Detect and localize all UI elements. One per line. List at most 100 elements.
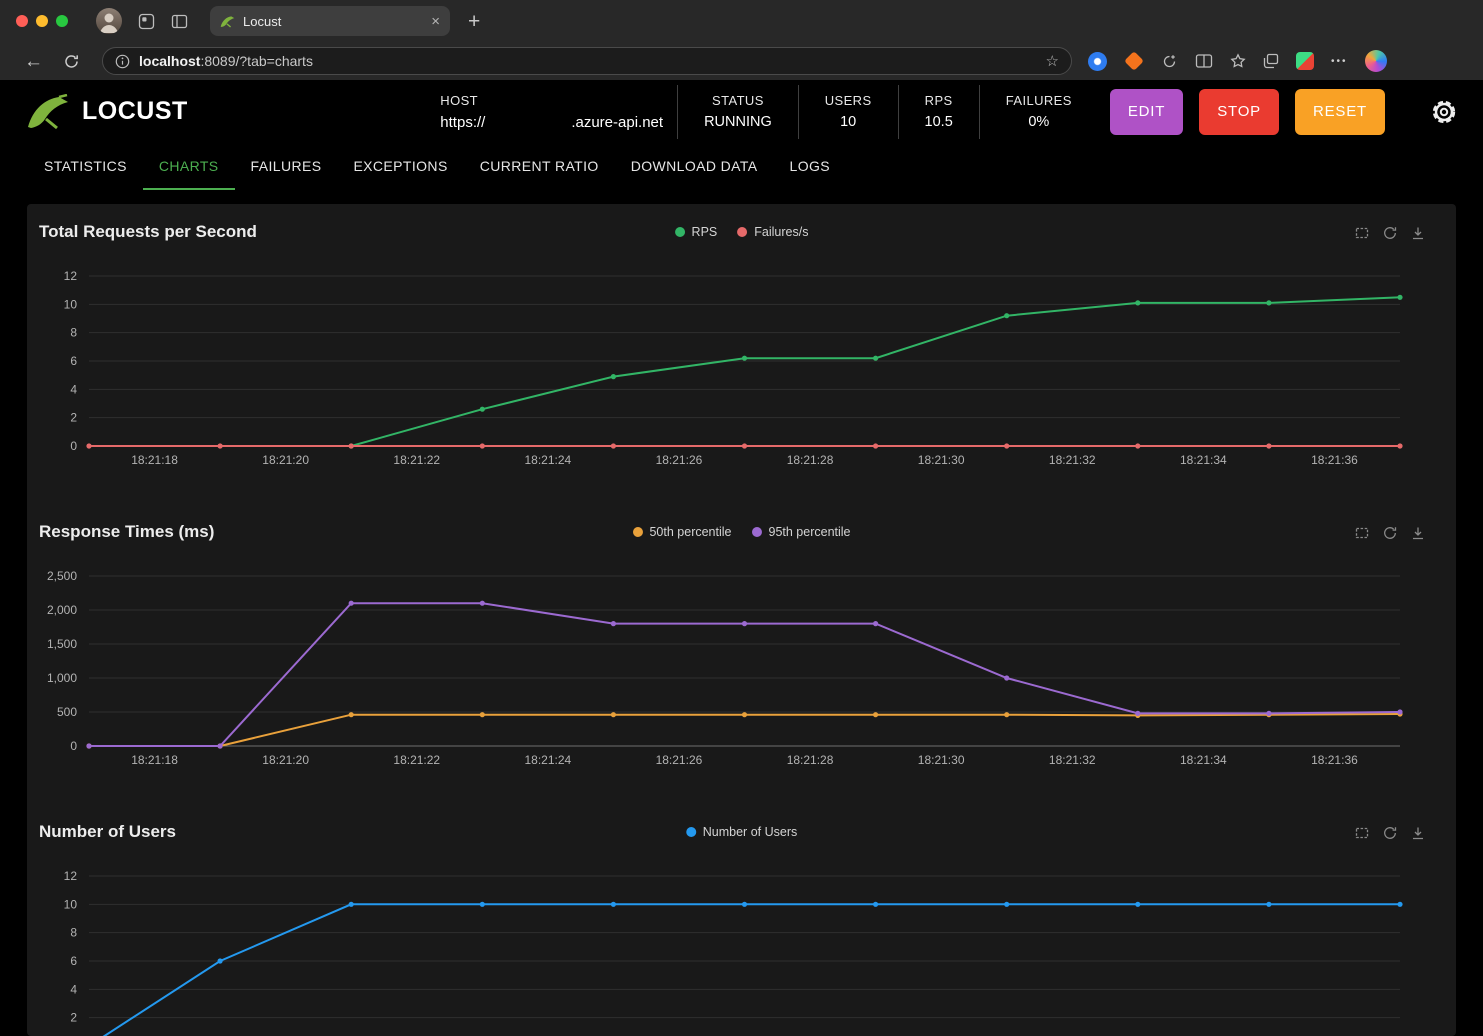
download-image-icon[interactable] (1410, 525, 1426, 546)
svg-text:2,500: 2,500 (47, 569, 77, 583)
line-chart-total-rps[interactable]: 0 2 4 6 8 10 12 18:21:18 18:21:20 18:21:22 18:21:2… (27, 248, 1456, 478)
extension-icon-orange[interactable] (1124, 51, 1144, 71)
chart-toolbox (1354, 525, 1426, 546)
download-image-icon[interactable] (1410, 225, 1426, 246)
svg-text:18:21:20: 18:21:20 (262, 453, 309, 467)
legend-item[interactable]: RPS (674, 225, 718, 239)
extension-icon-colorful[interactable] (1296, 52, 1314, 70)
stat-users: USERS 10 (813, 93, 884, 130)
header-divider (897, 84, 899, 139)
brand[interactable]: LOCUST (26, 93, 188, 130)
legend-label: 50th percentile (649, 525, 732, 539)
svg-text:18:21:24: 18:21:24 (524, 453, 571, 467)
legend-item[interactable]: 50th percentile (632, 525, 732, 539)
sidebar-icon[interactable] (171, 13, 188, 30)
zoom-window-button[interactable] (56, 15, 68, 27)
tab-exceptions[interactable]: EXCEPTIONS (337, 143, 463, 190)
zoom-select-icon[interactable] (1354, 825, 1370, 846)
tab-charts[interactable]: CHARTS (142, 143, 235, 190)
svg-text:8: 8 (70, 326, 77, 340)
settings-gear-icon[interactable] (1431, 99, 1457, 125)
extension-icon-gray[interactable] (1161, 53, 1178, 70)
app-tabs: STATISTICS CHARTS FAILURES EXCEPTIONS CU… (0, 143, 1483, 190)
stop-button[interactable]: STOP (1199, 88, 1279, 135)
url-host: localhost (139, 53, 201, 69)
line-chart-response-times[interactable]: 0 500 1,000 1,500 2,000 2,500 18:21:18 18:21:20… (27, 548, 1456, 778)
chart-total-requests-per-second: Total Requests per Second RPS Failures/s … (27, 204, 1456, 478)
svg-text:8: 8 (70, 926, 77, 940)
tab-download-data[interactable]: DOWNLOAD DATA (615, 143, 774, 190)
chart-response-times: Response Times (ms) 50th percentile 95th … (27, 504, 1456, 778)
svg-text:10: 10 (64, 897, 78, 911)
svg-text:18:21:28: 18:21:28 (787, 453, 834, 467)
tab-current-ratio[interactable]: CURRENT RATIO (464, 143, 615, 190)
stat-failures: FAILURES 0% (994, 93, 1084, 130)
more-menu-icon[interactable]: ••• (1331, 56, 1348, 67)
bookmark-star-icon[interactable]: ☆ (1046, 52, 1059, 70)
legend-marker-icon (751, 527, 762, 537)
legend-item[interactable]: 95th percentile (751, 525, 851, 539)
reset-button[interactable]: RESET (1294, 88, 1385, 135)
restore-icon[interactable] (1382, 525, 1398, 546)
chart-toolbox (1354, 825, 1426, 846)
legend-label: RPS (691, 225, 718, 239)
close-tab-icon[interactable]: × (431, 14, 440, 29)
status-value: RUNNING (704, 114, 772, 130)
chart-header: Response Times (ms) 50th percentile 95th … (27, 522, 1456, 548)
users-value: 10 (840, 114, 857, 130)
host-label: HOST (440, 92, 479, 108)
svg-text:18:21:36: 18:21:36 (1311, 453, 1358, 467)
legend-item[interactable]: Number of Users (685, 825, 797, 839)
browser-tab-strip: Locust × + (0, 0, 1483, 42)
refresh-icon[interactable] (63, 53, 80, 70)
locust-logo-icon (28, 93, 68, 129)
profile-avatar[interactable] (96, 8, 122, 34)
browser-tab[interactable]: Locust × (210, 6, 450, 36)
back-icon[interactable]: ← (24, 52, 43, 71)
svg-text:18:21:32: 18:21:32 (1049, 753, 1096, 767)
close-window-button[interactable] (16, 15, 28, 27)
stat-rps: RPS 10.5 (913, 93, 965, 130)
legend-item[interactable]: Failures/s (737, 225, 808, 239)
new-tab-button[interactable]: + (468, 11, 480, 32)
address-bar[interactable]: localhost:8089/?tab=charts ☆ (102, 47, 1072, 75)
svg-text:4: 4 (70, 982, 77, 996)
restore-icon[interactable] (1382, 825, 1398, 846)
site-info-icon[interactable] (115, 54, 130, 69)
workspaces-icon[interactable] (138, 13, 155, 30)
zoom-select-icon[interactable] (1354, 525, 1370, 546)
minimize-window-button[interactable] (36, 15, 48, 27)
window-controls (16, 15, 68, 27)
svg-text:2: 2 (70, 1011, 77, 1025)
svg-text:18:21:30: 18:21:30 (918, 453, 965, 467)
copilot-icon[interactable] (1364, 50, 1387, 72)
stat-label: RPS (924, 93, 953, 108)
restore-icon[interactable] (1382, 225, 1398, 246)
svg-text:18:21:36: 18:21:36 (1311, 753, 1358, 767)
zoom-select-icon[interactable] (1354, 225, 1370, 246)
host-info: HOST https:// .azure-api.net (440, 93, 663, 131)
download-image-icon[interactable] (1410, 825, 1426, 846)
legend-label: Failures/s (754, 225, 809, 239)
url-text: localhost:8089/?tab=charts (139, 53, 1046, 69)
legend-marker-icon (632, 527, 643, 537)
svg-text:0: 0 (70, 439, 77, 453)
svg-text:12: 12 (64, 869, 78, 883)
svg-text:2,000: 2,000 (47, 603, 77, 617)
chart-legend: RPS Failures/s (674, 225, 808, 239)
extension-icon-blue[interactable] (1088, 51, 1107, 71)
favorites-icon[interactable] (1230, 53, 1246, 69)
svg-text:500: 500 (57, 705, 77, 719)
split-screen-icon[interactable] (1195, 53, 1213, 69)
line-chart-number-of-users[interactable]: 02468101218:21:1818:21:2018:21:2218:21:2… (27, 848, 1456, 1036)
failures-value: 0% (1028, 114, 1050, 130)
edit-button[interactable]: EDIT (1109, 88, 1184, 135)
collections-icon[interactable] (1263, 53, 1279, 69)
tab-statistics[interactable]: STATISTICS (28, 143, 143, 190)
svg-text:6: 6 (70, 954, 77, 968)
tab-failures[interactable]: FAILURES (235, 143, 338, 190)
svg-text:18:21:20: 18:21:20 (262, 753, 309, 767)
chart-legend: Number of Users (685, 825, 797, 839)
tab-logs[interactable]: LOGS (774, 143, 847, 190)
locust-favicon-icon (220, 15, 235, 27)
